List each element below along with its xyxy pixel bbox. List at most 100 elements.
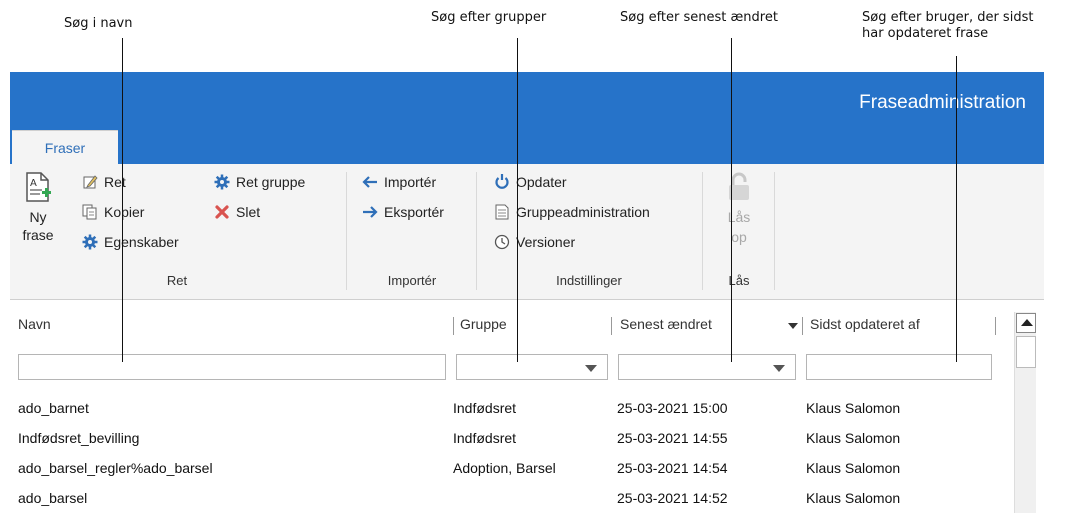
chevron-down-icon [585,365,597,372]
ribbon-group-import: Importér Eksportér Importér [348,164,476,298]
import-button[interactable]: Importér [362,174,436,190]
cell-name: ado_barsel [18,490,88,506]
chevron-down-icon [773,365,785,372]
changed-filter-dropdown[interactable] [618,354,796,380]
cell-updated-by: Klaus Salomon [806,430,901,446]
ribbon-separator [774,172,775,290]
table-row[interactable]: ado_barnet Indfødsret 25-03-2021 15:00 K… [10,395,1010,425]
cell-group: Adoption, Barsel [453,460,556,476]
cell-changed: 25-03-2021 14:55 [617,430,728,446]
export-label: Eksportér [384,204,444,220]
import-label: Importér [384,174,437,190]
callout-line-changed [731,38,732,362]
app-window: Fraseadministration Fraser A Ny frase Re… [10,72,1044,513]
cell-group: Indfødsret [453,400,517,416]
new-phrase-label-2: frase [22,227,54,243]
gear-icon [214,174,230,190]
column-header-changed[interactable]: Senest ændret [620,312,712,336]
callout-user-search: Søg efter bruger, der sidst har opdatere… [862,10,1033,42]
callout-user-search-line1: Søg efter bruger, der sidst [862,10,1034,25]
ribbon-separator [476,172,477,290]
column-divider[interactable] [611,317,612,335]
new-phrase-label-1: Ny [29,209,47,225]
properties-button[interactable]: Egenskaber [82,234,179,250]
clock-icon [494,234,510,250]
refresh-label: Opdater [516,174,567,190]
cell-updated-by: Klaus Salomon [806,400,901,416]
app-title: Fraseadministration [859,92,1026,113]
ret-group-label: Ret [166,273,188,288]
lock-group-label: Lås [728,273,750,288]
settings-group-label: Indstillinger [556,273,622,288]
delete-label: Slet [236,204,261,220]
cell-updated-by: Klaus Salomon [806,460,901,476]
column-divider[interactable] [453,317,454,335]
unlock-button[interactable]: Lås op [712,172,766,247]
callout-name-search: Søg i navn [64,16,133,31]
refresh-button[interactable]: Opdater [494,174,567,190]
svg-text:A: A [30,178,37,189]
table-row[interactable]: Indfødsret_bevilling Indfødsret 25-03-20… [10,425,1010,455]
cell-name: ado_barsel_regler%ado_barsel [18,460,213,476]
ribbon-group-settings: Opdater Gruppeadministration Versioner I… [478,164,700,298]
edit-group-label: Ret gruppe [236,174,306,190]
arrow-left-icon [362,176,377,188]
table-row[interactable]: ado_barsel_regler%ado_barsel Adoption, B… [10,455,1010,485]
vertical-scrollbar[interactable] [1014,312,1036,513]
copy-button[interactable]: Kopier [82,204,144,220]
column-header-name[interactable]: Navn [18,312,51,336]
copy-label: Kopier [104,204,145,220]
import-group-label: Importér [387,273,437,288]
column-header-group[interactable]: Gruppe [460,312,507,336]
name-filter-input[interactable] [18,354,446,380]
document-icon [495,204,509,220]
cell-group: Indfødsret [453,430,517,446]
updated-by-filter-input[interactable] [806,354,992,380]
sort-arrow-icon[interactable] [788,312,798,336]
ribbon-separator [702,172,703,290]
group-admin-label: Gruppeadministration [516,204,650,220]
new-document-icon: A [26,172,51,202]
versions-label: Versioner [516,234,576,250]
callout-line-user [956,56,957,362]
title-bar: Fraseadministration Fraser [10,72,1044,164]
ribbon-group-ret: A Ny frase Ret Kopier Egenskaber Ret gru… [10,164,344,298]
arrow-right-icon [363,206,378,218]
scroll-up-icon[interactable] [1016,313,1036,333]
gear-icon [82,234,98,250]
delete-icon [215,205,229,219]
copy-icon [82,204,97,220]
table-row[interactable]: ado_barsel 25-03-2021 14:52 Klaus Salomo… [10,485,1010,513]
scroll-thumb[interactable] [1016,336,1036,368]
export-button[interactable]: Eksportér [362,204,444,220]
cell-name: Indfødsret_bevilling [18,430,140,446]
cell-changed: 25-03-2021 14:54 [617,460,728,476]
callout-line-name [122,38,123,362]
tab-fraser[interactable]: Fraser [12,130,118,164]
column-header-updated-by[interactable]: Sidst opdateret af [810,312,920,336]
cell-updated-by: Klaus Salomon [806,490,901,506]
callout-changed-search: Søg efter senest ændret [620,10,778,25]
group-filter-dropdown[interactable] [456,354,608,380]
callout-user-search-line2: har opdateret frase [862,26,989,41]
delete-button[interactable]: Slet [214,204,260,220]
properties-label: Egenskaber [104,234,179,250]
edit-button[interactable]: Ret [82,174,126,190]
new-phrase-button[interactable]: A Ny frase [18,172,58,244]
cell-changed: 25-03-2021 15:00 [617,400,728,416]
column-divider[interactable] [802,317,803,335]
column-divider[interactable] [995,317,996,335]
edit-icon [83,175,98,189]
callout-line-group [517,38,518,362]
unlock-label-2: op [731,229,747,245]
cell-name: ado_barnet [18,400,89,416]
refresh-icon [495,174,509,189]
versions-button[interactable]: Versioner [494,234,575,250]
unlock-label-1: Lås [727,209,751,225]
edit-group-button[interactable]: Ret gruppe [214,174,305,190]
ribbon-group-lock: Lås op Lås [704,164,774,298]
ribbon-separator [346,172,347,290]
phrase-grid: Navn Gruppe Senest ændret Sidst opdatere… [10,300,1044,513]
cell-changed: 25-03-2021 14:52 [617,490,728,506]
callout-group-search: Søg efter grupper [431,10,547,25]
